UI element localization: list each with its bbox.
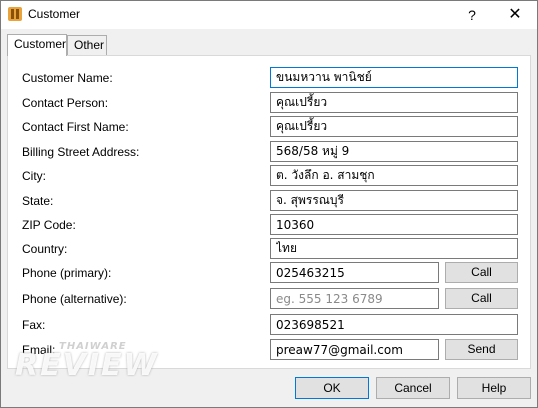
window-title: Customer	[28, 7, 81, 21]
billing-street-input[interactable]	[270, 141, 518, 162]
call-primary-button[interactable]: Call	[445, 262, 518, 283]
row-phone-primary: Phone (primary): Call	[8, 262, 530, 284]
row-billing-street: Billing Street Address:	[8, 141, 530, 163]
state-label: State:	[22, 194, 54, 208]
city-input[interactable]	[270, 165, 518, 186]
row-contact-first-name: Contact First Name:	[8, 116, 530, 138]
customer-dialog: Customer ? ✕ Customer Other Customer Nam…	[0, 0, 538, 408]
tab-customer[interactable]: Customer	[7, 34, 67, 56]
phone-primary-label: Phone (primary):	[22, 266, 112, 280]
country-label: Country:	[22, 242, 68, 256]
call-alternative-button[interactable]: Call	[445, 288, 518, 309]
email-label: Email:	[22, 343, 56, 357]
row-email: Email: Send	[8, 339, 530, 361]
row-phone-alternative: Phone (alternative): Call	[8, 288, 530, 310]
send-email-button[interactable]: Send	[445, 339, 518, 360]
help-question-icon[interactable]: ?	[460, 4, 484, 26]
row-country: Country:	[8, 238, 530, 260]
zip-label: ZIP Code:	[22, 218, 76, 232]
help-button[interactable]: Help	[457, 377, 531, 399]
country-input[interactable]	[270, 238, 518, 259]
cancel-button[interactable]: Cancel	[376, 377, 450, 399]
customer-panel: Customer Name: Contact Person: Contact F…	[7, 55, 531, 369]
email-input[interactable]	[270, 339, 439, 360]
row-city: City:	[8, 165, 530, 187]
tab-other[interactable]: Other	[67, 35, 107, 56]
ok-button[interactable]: OK	[295, 377, 369, 399]
row-fax: Fax:	[8, 314, 530, 336]
phone-alternative-input[interactable]	[270, 288, 439, 309]
row-customer-name: Customer Name:	[8, 67, 530, 89]
contact-first-name-input[interactable]	[270, 116, 518, 137]
fax-label: Fax:	[22, 318, 46, 332]
app-icon	[8, 7, 22, 21]
contact-person-input[interactable]	[270, 92, 518, 113]
customer-name-input[interactable]	[270, 67, 518, 88]
row-contact-person: Contact Person:	[8, 92, 530, 114]
customer-name-label: Customer Name:	[22, 71, 113, 85]
phone-primary-input[interactable]	[270, 262, 439, 283]
title-bar: Customer ? ✕	[1, 1, 537, 29]
zip-input[interactable]	[270, 214, 518, 235]
state-input[interactable]	[270, 190, 518, 211]
phone-alternative-label: Phone (alternative):	[22, 292, 127, 306]
contact-first-name-label: Contact First Name:	[22, 120, 129, 134]
row-zip: ZIP Code:	[8, 214, 530, 236]
city-label: City:	[22, 169, 46, 183]
fax-input[interactable]	[270, 314, 518, 335]
contact-person-label: Contact Person:	[22, 96, 109, 110]
row-state: State:	[8, 190, 530, 212]
billing-street-label: Billing Street Address:	[22, 145, 140, 159]
close-icon[interactable]: ✕	[502, 4, 528, 26]
